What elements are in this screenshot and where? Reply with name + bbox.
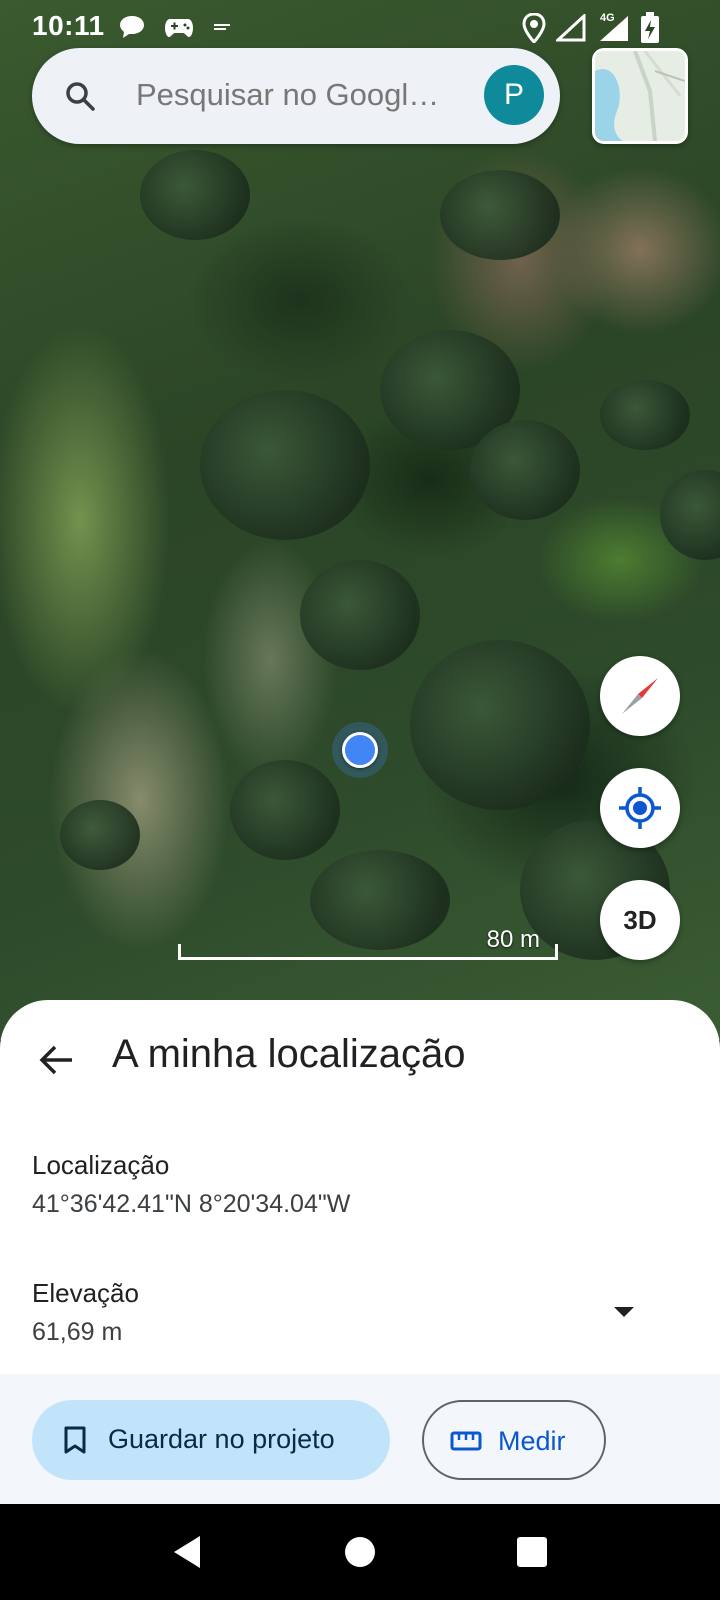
location-pin-icon [522, 13, 546, 43]
sheet-actions: Guardar no projeto Medir [0, 1374, 720, 1504]
satellite-map[interactable] [0, 0, 720, 1040]
measure-label: Medir [498, 1426, 566, 1456]
avatar[interactable]: P [484, 65, 544, 125]
home-circle-icon[interactable] [340, 1532, 380, 1572]
network-4g-icon [600, 16, 628, 41]
save-to-project-label: Guardar no projeto [108, 1424, 335, 1454]
location-value[interactable]: 41°36'42.41"N 8°20'34.04"W [32, 1190, 350, 1219]
save-to-project-button[interactable]: Guardar no projeto [32, 1400, 390, 1480]
elevation-value: 61,69 m [32, 1318, 123, 1346]
bookmark-icon [64, 1426, 86, 1454]
my-location-button[interactable] [600, 768, 680, 848]
map-layers-button[interactable] [592, 48, 688, 144]
back-arrow-icon [39, 1045, 72, 1075]
gamepad-icon [165, 19, 193, 37]
recents-square-icon[interactable] [512, 1532, 552, 1572]
search-bar[interactable]: Pesquisar no Googl… P [32, 48, 560, 144]
location-label: Localização [32, 1150, 170, 1180]
elevation-label: Elevação [32, 1278, 139, 1308]
my-location-dot[interactable] [342, 732, 378, 768]
my-location-icon [619, 787, 661, 829]
battery-charging-icon [641, 12, 659, 43]
map-scale: 80 m [178, 920, 558, 964]
status-time: 10:11 [32, 10, 105, 41]
status-bar: 10:11 4G [0, 0, 720, 52]
view-3d-label: 3D [623, 904, 657, 935]
compass-icon [622, 678, 658, 714]
minus-icon [214, 24, 230, 30]
measure-button[interactable]: Medir [422, 1400, 606, 1480]
signal-icon [556, 14, 586, 42]
back-button[interactable] [32, 1036, 80, 1084]
dropdown-arrow-icon[interactable] [612, 1304, 636, 1320]
search-icon[interactable] [64, 80, 96, 112]
view-3d-button[interactable]: 3D [600, 880, 680, 960]
avatar-letter: P [503, 78, 524, 111]
back-triangle-icon[interactable] [168, 1532, 208, 1572]
compass-button[interactable] [600, 656, 680, 736]
sheet-title: A minha localização [112, 1032, 466, 1076]
chat-bubble-icon [120, 16, 144, 38]
search-placeholder[interactable]: Pesquisar no Googl… [136, 77, 439, 113]
system-nav-bar [0, 1504, 720, 1600]
map-layers-thumbnail-icon [595, 51, 685, 141]
map-scale-bar [178, 944, 558, 960]
ruler-icon [450, 1431, 482, 1451]
